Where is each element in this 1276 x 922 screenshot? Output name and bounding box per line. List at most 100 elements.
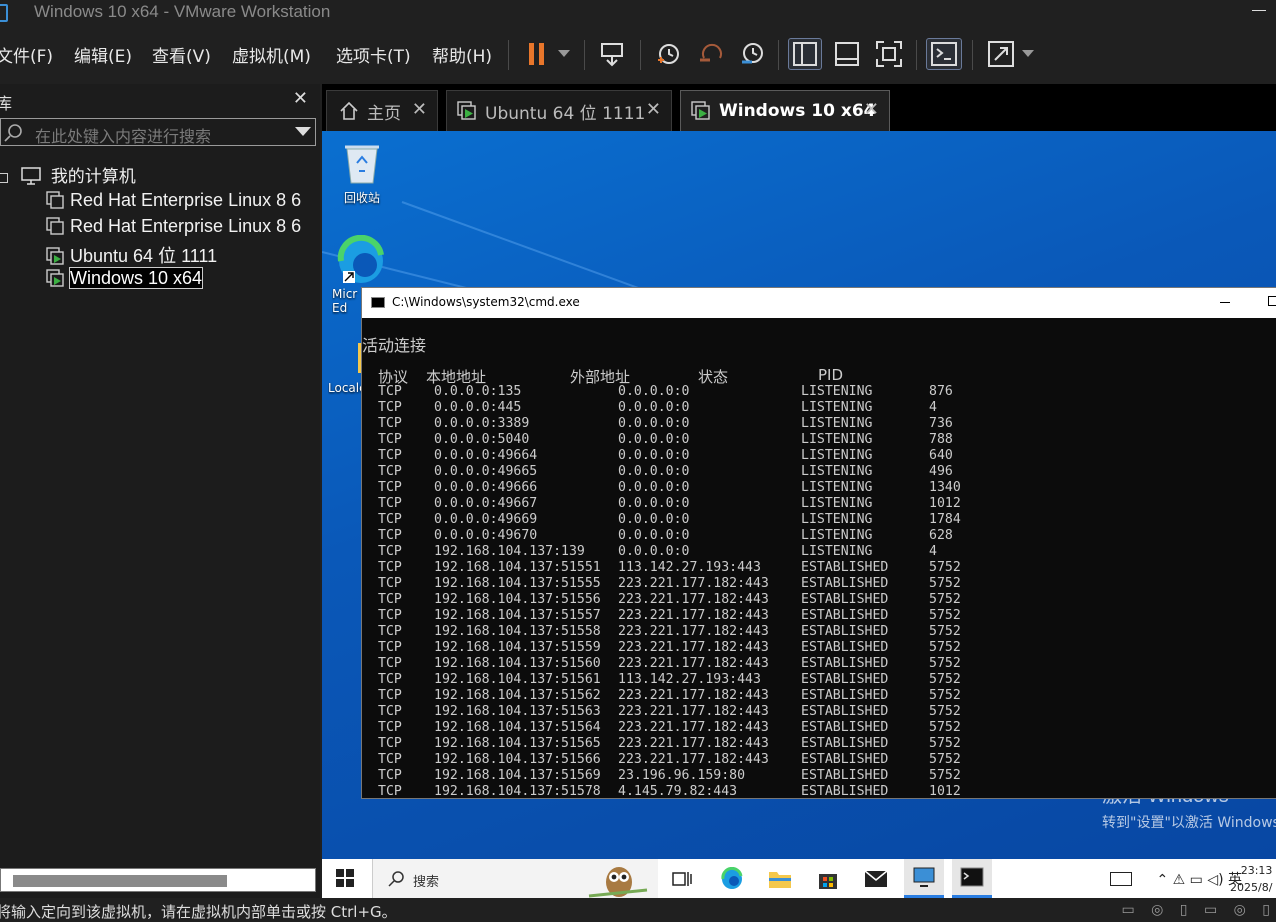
chevron-down-icon[interactable] xyxy=(295,127,311,137)
close-icon[interactable]: ✕ xyxy=(293,88,308,109)
snapshot-manager-icon[interactable] xyxy=(736,38,768,70)
menu-edit[interactable]: 编辑(E) xyxy=(74,42,132,67)
proto-cell: TCP xyxy=(378,560,402,575)
state-cell: LISTENING xyxy=(801,496,873,511)
foreign-address-cell: 223.221.177.182:443 xyxy=(618,704,769,719)
mail-icon[interactable] xyxy=(856,859,896,898)
console-view-icon[interactable] xyxy=(926,38,962,70)
vm-tab-strip: 主页 ✕ Ubuntu 64 位 1111 ✕ Windows 10 x64 ✕ xyxy=(322,84,1276,131)
menu-view[interactable]: 查看(V) xyxy=(152,42,211,67)
scrollbar-thumb[interactable] xyxy=(13,875,227,887)
chevron-up-icon[interactable]: ⌃ xyxy=(1156,872,1168,888)
cmd-taskbar-icon[interactable] xyxy=(952,859,992,898)
pause-icon[interactable] xyxy=(524,38,550,70)
foreign-address-cell: 0.0.0.0:0 xyxy=(618,384,690,399)
collapse-icon[interactable] xyxy=(0,173,8,183)
foreign-address-cell: 223.221.177.182:443 xyxy=(618,624,769,639)
foreign-address-cell: 113.142.27.193:443 xyxy=(618,672,761,687)
menu-vm[interactable]: 虚拟机(M) xyxy=(232,42,311,67)
horizontal-scrollbar[interactable] xyxy=(0,868,316,892)
task-view-icon[interactable] xyxy=(662,859,702,898)
tab-home[interactable]: 主页 ✕ xyxy=(326,90,438,131)
state-cell: LISTENING xyxy=(801,416,873,431)
dropdown-icon[interactable] xyxy=(554,38,574,70)
cmd-title: C:\Windows\system32\cmd.exe xyxy=(392,295,580,309)
snapshot-icon[interactable] xyxy=(652,38,684,70)
local-address-cell: 192.168.104.137:51566 xyxy=(434,752,601,767)
state-cell: ESTABLISHED xyxy=(801,576,889,591)
system-tray[interactable]: ⌃ ⚠ ▭ ◁) 英 xyxy=(1110,869,1242,889)
pid-cell: 1012 xyxy=(929,496,961,511)
dropdown-icon[interactable] xyxy=(1018,38,1038,70)
minimize-button[interactable] xyxy=(1220,302,1230,303)
local-address-cell: 0.0.0.0:49664 xyxy=(434,448,538,463)
tree-item-vm-running-selected[interactable]: Windows 10 x64 xyxy=(46,267,204,289)
menu-tabs[interactable]: 选项卡(T) xyxy=(336,42,411,67)
minimize-button[interactable] xyxy=(1252,10,1266,11)
foreign-address-cell: 223.221.177.182:443 xyxy=(618,576,769,591)
taskbar-search-box[interactable]: 搜索 xyxy=(372,859,658,898)
proto-cell: TCP xyxy=(378,480,402,495)
library-search-input[interactable]: 在此处键入内容进行搜索 xyxy=(0,118,316,146)
menu-file[interactable]: 文件(F) xyxy=(0,42,53,67)
guest-desktop[interactable]: 回收站 Micr​Ed Localc 激活 Windows 转到"设置"以激活 … xyxy=(322,131,1276,859)
state-cell: ESTABLISHED xyxy=(801,784,889,798)
network-warning-icon[interactable]: ⚠ xyxy=(1173,872,1186,888)
proto-cell: TCP xyxy=(378,432,402,447)
stretch-icon[interactable] xyxy=(984,38,1018,70)
foreign-address-cell: 0.0.0.0:0 xyxy=(618,448,690,463)
file-explorer-icon[interactable] xyxy=(760,859,800,898)
close-icon[interactable]: ✕ xyxy=(864,99,879,120)
pid-cell: 5752 xyxy=(929,640,961,655)
windows-start-icon[interactable] xyxy=(336,869,354,887)
vm-icon xyxy=(46,191,64,209)
guest-taskbar: 搜索 ⌃ ⚠ ▭ ◁) 英 23:13 2025/8/ xyxy=(322,859,1276,898)
state-cell: ESTABLISHED xyxy=(801,640,889,655)
thumbnail-bar-icon[interactable] xyxy=(830,38,864,70)
pid-cell: 5752 xyxy=(929,608,961,623)
desktop-icon-edge[interactable]: Micr​Ed xyxy=(328,234,392,315)
state-cell: ESTABLISHED xyxy=(801,608,889,623)
edge-icon[interactable] xyxy=(712,859,752,898)
tree-item-vm-running[interactable]: Ubuntu 64 位 1111 xyxy=(46,242,217,268)
cmd-titlebar[interactable]: C:\Windows\system32\cmd.exe xyxy=(362,288,1276,318)
menu-help[interactable]: 帮助(H) xyxy=(432,42,492,67)
pid-cell: 5752 xyxy=(929,560,961,575)
tab-windows10[interactable]: Windows 10 x64 ✕ xyxy=(680,90,890,131)
proto-cell: TCP xyxy=(378,496,402,511)
revert-snapshot-icon[interactable] xyxy=(694,38,726,70)
tree-item-vm[interactable]: Red Hat Enterprise Linux 8 6 xyxy=(46,216,301,237)
tree-root-my-computer[interactable]: 我的计算机 xyxy=(0,162,136,187)
state-cell: ESTABLISHED xyxy=(801,672,889,687)
network-icon[interactable]: ▭ xyxy=(1190,872,1203,888)
taskbar-clock[interactable]: 23:13 2025/8/ xyxy=(1230,862,1272,896)
show-library-icon[interactable] xyxy=(788,38,822,70)
search-icon xyxy=(4,124,22,142)
tree-item-vm[interactable]: Red Hat Enterprise Linux 8 6 xyxy=(46,190,301,211)
input-mode-icon[interactable] xyxy=(1110,872,1132,886)
pid-cell: 4 xyxy=(929,544,937,559)
local-address-cell: 0.0.0.0:5040 xyxy=(434,432,530,447)
proto-cell: TCP xyxy=(378,624,402,639)
close-icon[interactable]: ✕ xyxy=(646,99,661,120)
foreign-address-cell: 223.221.177.182:443 xyxy=(618,592,769,607)
proto-cell: TCP xyxy=(378,752,402,767)
tab-ubuntu[interactable]: Ubuntu 64 位 1111 ✕ xyxy=(446,90,672,131)
library-title: 库 xyxy=(0,94,13,113)
toolbar-separator xyxy=(972,40,973,70)
desktop-icon-recycle-bin[interactable]: 回收站 xyxy=(330,139,394,206)
maximize-button[interactable] xyxy=(1268,296,1276,306)
library-panel: 库 ✕ 在此处键入内容进行搜索 我的计算机 Red Hat Enterprise… xyxy=(0,84,320,916)
proto-cell: TCP xyxy=(378,736,402,751)
volume-icon[interactable]: ◁) xyxy=(1207,872,1223,888)
send-ctrl-alt-del-icon[interactable] xyxy=(596,38,628,70)
close-icon[interactable]: ✕ xyxy=(412,99,427,120)
clock-time: 23:13 xyxy=(1240,864,1273,877)
foreign-address-cell: 0.0.0.0:0 xyxy=(618,528,690,543)
cmd-output[interactable]: 活动连接 协议 本地地址 外部地址 状态 PID TCP 0.0.0.0:135 0… xyxy=(362,318,1276,798)
fullscreen-icon[interactable] xyxy=(872,38,906,70)
remote-desktop-icon[interactable] xyxy=(904,859,944,898)
vmware-app-icon[interactable] xyxy=(0,4,8,22)
store-icon[interactable] xyxy=(808,859,848,898)
cmd-window[interactable]: C:\Windows\system32\cmd.exe 活动连接 协议 本地地址… xyxy=(361,287,1276,799)
